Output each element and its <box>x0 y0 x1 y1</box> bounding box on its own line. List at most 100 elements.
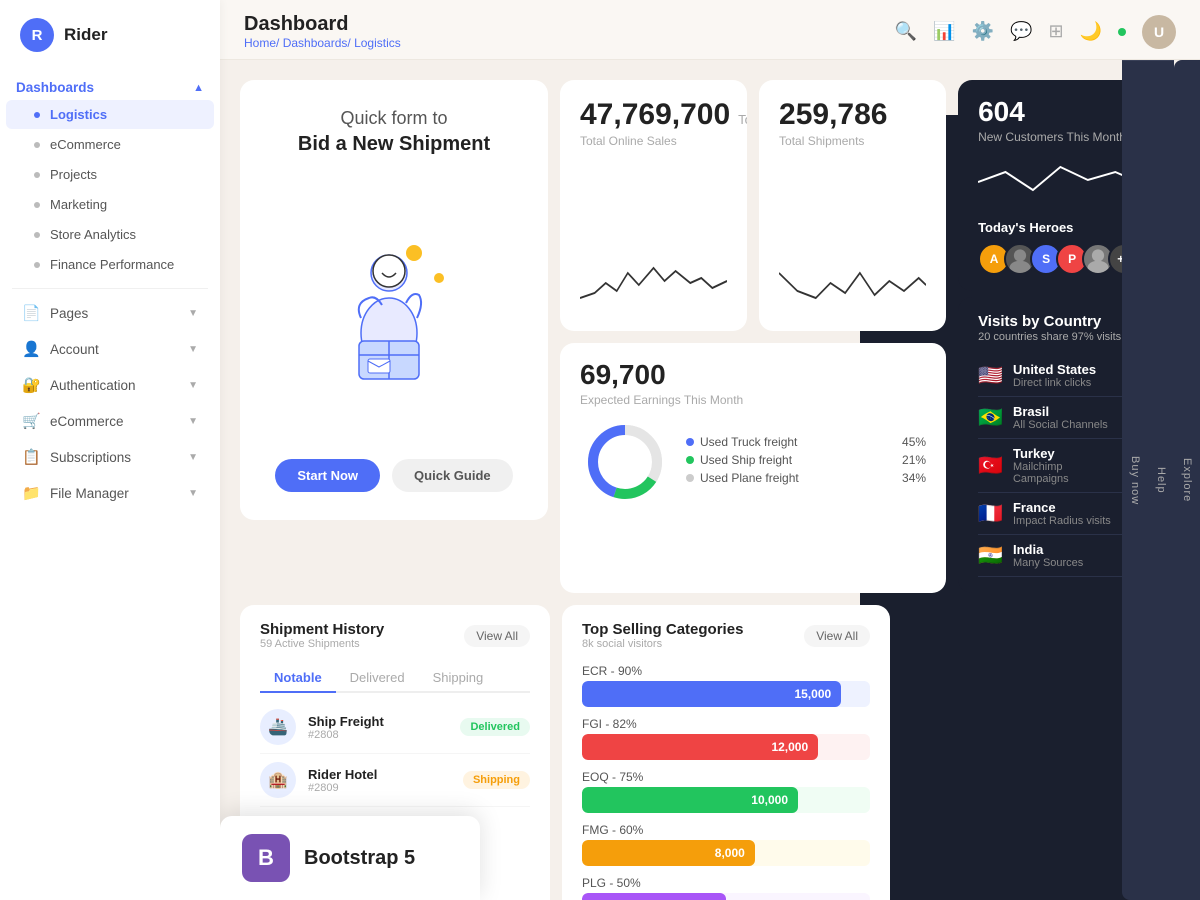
br-name: Brasil <box>1013 404 1115 419</box>
bar-plg-label: PLG - 50% <box>582 876 870 890</box>
truck-legend-item: Used Truck freight 45% <box>686 435 926 449</box>
sidebar-item-subscriptions[interactable]: 📋 Subscriptions ▼ <box>6 440 214 474</box>
sales-sparkline <box>580 156 727 313</box>
plane-label: Used Plane freight <box>700 471 799 485</box>
bootstrap-icon: B <box>242 834 290 882</box>
quick-guide-button[interactable]: Quick Guide <box>392 459 513 492</box>
bootstrap-overlay: B Bootstrap 5 <box>220 816 480 900</box>
quick-form-card: Quick form to Bid a New Shipment <box>240 80 548 520</box>
shipment-subtitle: 59 Active Shipments <box>260 638 384 650</box>
sidebar-item-account[interactable]: 👤 Account ▼ <box>6 332 214 366</box>
bar-ecr: ECR - 90% 15,000 <box>582 664 870 707</box>
quick-form-title: Quick form to <box>298 108 490 129</box>
sidebar-item-marketing[interactable]: Marketing <box>6 190 214 219</box>
sidebar-item-ecommerce[interactable]: eCommerce <box>6 130 214 159</box>
bar-fmg: FMG - 60% 8,000 <box>582 823 870 866</box>
countries-title: Visits by Country <box>978 313 1121 330</box>
shipment-view-all-button[interactable]: View All <box>464 625 530 647</box>
chat-icon[interactable]: 💬 <box>1010 21 1032 42</box>
sidebar-item-projects[interactable]: Projects <box>6 160 214 189</box>
sidebar-item-label: Finance Performance <box>50 257 174 272</box>
buy-now-pill[interactable]: Buy now <box>1122 60 1148 900</box>
in-info: India Many Sources <box>1013 542 1126 569</box>
in-flag: 🇮🇳 <box>978 543 1003 568</box>
sales-value-row: 47,769,700 Tons <box>580 98 727 132</box>
mid-column: 47,769,700 Tons Total Online Sales 259,7… <box>554 74 952 599</box>
bar-eoq-label: EOQ - 75% <box>582 770 870 784</box>
countries-subtitle: 20 countries share 97% visits <box>978 331 1121 343</box>
chevron-down-icon: ▼ <box>188 452 198 463</box>
dot-icon <box>34 232 40 238</box>
sidebar-section-dashboards[interactable]: Dashboards ▲ <box>0 74 220 99</box>
top-selling-subtitle: 8k social visitors <box>582 638 743 650</box>
sidebar-item-pages[interactable]: 📄 Pages ▼ <box>6 296 214 330</box>
rider-hotel-icon: 🏨 <box>260 762 296 798</box>
sidebar: R Rider Dashboards ▲ Logistics eCommerce… <box>0 0 220 900</box>
sidebar-logo[interactable]: R Rider <box>0 0 220 66</box>
top-stats-row: 47,769,700 Tons Total Online Sales 259,7… <box>554 74 952 337</box>
status-dot <box>1118 28 1126 36</box>
rider-hotel-status: Shipping <box>463 771 530 789</box>
bar-fmg-label: FMG - 60% <box>582 823 870 837</box>
start-now-button[interactable]: Start Now <box>275 459 380 492</box>
bar-ecr-label: ECR - 90% <box>582 664 870 678</box>
help-pill[interactable]: Help <box>1148 60 1174 900</box>
ship-freight-name: Ship Freight <box>308 714 448 729</box>
illustration <box>304 223 484 383</box>
sidebar-item-label: eCommerce <box>50 414 124 429</box>
chevron-down-icon: ▼ <box>188 308 198 319</box>
breadcrumb: Home/ Dashboards/ Logistics <box>244 36 401 50</box>
logo-icon: R <box>20 18 54 52</box>
selling-bars: ECR - 90% 15,000 FGI - 82% 12,000 EOQ - … <box>582 664 870 900</box>
shipment-row-ship-freight: 🚢 Ship Freight #2808 Delivered <box>260 701 530 754</box>
sidebar-item-label: Logistics <box>50 107 107 122</box>
tab-delivered[interactable]: Delivered <box>336 664 419 693</box>
bar-plg-track: 7,000 <box>582 893 870 900</box>
rider-hotel-id: #2809 <box>308 782 451 794</box>
top-selling-card: Top Selling Categories 8k social visitor… <box>562 605 890 900</box>
dot-icon <box>34 262 40 268</box>
search-icon[interactable]: 🔍 <box>895 21 917 42</box>
sidebar-item-finance[interactable]: Finance Performance <box>6 250 214 279</box>
subscriptions-icon: 📋 <box>22 448 40 466</box>
chart-icon[interactable]: 📊 <box>933 21 955 42</box>
tr-name: Turkey <box>1013 446 1112 461</box>
theme-icon[interactable]: 🌙 <box>1080 21 1102 42</box>
top-selling-view-all-button[interactable]: View All <box>804 625 870 647</box>
sidebar-item-ecommerce-main[interactable]: 🛒 eCommerce ▼ <box>6 404 214 438</box>
total-sales-label: Total Online Sales <box>580 134 727 148</box>
account-icon: 👤 <box>22 340 40 358</box>
us-info: United States Direct link clicks <box>1013 362 1112 389</box>
in-sub: Many Sources <box>1013 557 1126 569</box>
grid-icon[interactable]: ⊞ <box>1048 21 1063 42</box>
chevron-down-icon: ▼ <box>188 344 198 355</box>
topbar: Dashboard Home/ Dashboards/ Logistics 🔍 … <box>220 0 1200 60</box>
sidebar-item-file-manager[interactable]: 📁 File Manager ▼ <box>6 476 214 510</box>
dot-icon <box>34 142 40 148</box>
settings-icon[interactable]: ⚙️ <box>972 21 994 42</box>
avatar[interactable]: U <box>1142 15 1176 49</box>
freight-donut-chart <box>580 417 670 507</box>
top-selling-title: Top Selling Categories <box>582 621 743 638</box>
explore-pill[interactable]: Explore <box>1174 60 1200 900</box>
divider <box>12 288 208 289</box>
earnings-card: 69,700 Expected Earnings This Month <box>560 343 946 594</box>
total-sales-card: 47,769,700 Tons Total Online Sales <box>560 80 747 331</box>
tab-shipping[interactable]: Shipping <box>419 664 498 693</box>
sidebar-item-store-analytics[interactable]: Store Analytics <box>6 220 214 249</box>
earnings-value: 69,700 <box>580 359 926 391</box>
pages-icon: 📄 <box>22 304 40 322</box>
sidebar-item-label: Authentication <box>50 378 136 393</box>
plane-pct: 34% <box>902 471 926 485</box>
total-shipments-label: Total Shipments <box>779 134 926 148</box>
ship-freight-status: Delivered <box>460 718 530 736</box>
breadcrumb-current[interactable]: Logistics <box>354 36 401 50</box>
sidebar-item-logistics[interactable]: Logistics <box>6 100 214 129</box>
sidebar-item-authentication[interactable]: 🔐 Authentication ▼ <box>6 368 214 402</box>
breadcrumb-home: Home/ <box>244 36 283 50</box>
file-manager-icon: 📁 <box>22 484 40 502</box>
bar-fmg-fill: 8,000 <box>582 840 755 866</box>
sidebar-item-label: Account <box>50 342 99 357</box>
tab-notable[interactable]: Notable <box>260 664 336 693</box>
auth-icon: 🔐 <box>22 376 40 394</box>
